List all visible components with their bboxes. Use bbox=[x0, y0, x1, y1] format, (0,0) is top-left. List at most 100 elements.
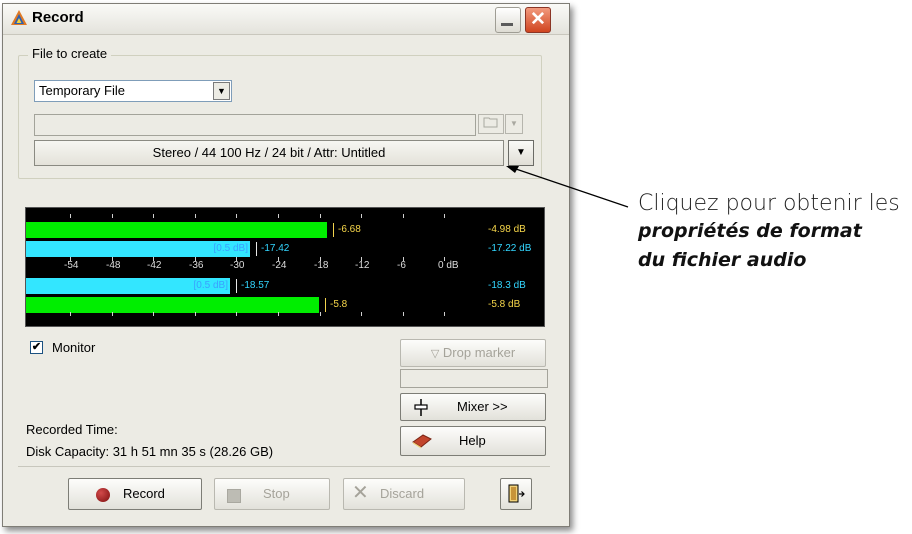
marker-name-field[interactable] bbox=[400, 369, 548, 388]
scale-tick bbox=[361, 312, 362, 316]
chevron-down-icon[interactable]: ▼ bbox=[213, 82, 230, 100]
scale-tick bbox=[195, 312, 196, 316]
scale-label: -36 bbox=[189, 260, 204, 271]
peak-marker bbox=[333, 223, 334, 237]
scale-tick bbox=[403, 312, 404, 316]
scale-tick bbox=[320, 214, 321, 218]
window-title: Record bbox=[32, 9, 84, 26]
level-readout: -5.8 dB bbox=[488, 299, 521, 310]
peak-marker bbox=[325, 298, 326, 312]
scale-tick bbox=[153, 257, 154, 261]
drop-marker-label: Drop marker bbox=[442, 345, 516, 360]
drop-marker-button[interactable]: ▽ Drop marker bbox=[400, 339, 546, 367]
scale-tick bbox=[70, 257, 71, 261]
headroom-bracket: [0.5 dB] bbox=[193, 280, 228, 291]
level-readout: -4.98 dB bbox=[488, 224, 526, 235]
peak-marker bbox=[236, 279, 237, 293]
discard-label: Discard bbox=[380, 486, 425, 501]
close-button[interactable]: ✕ bbox=[525, 7, 551, 33]
discard-button[interactable]: ✕ Discard bbox=[343, 478, 465, 510]
scale-label: -30 bbox=[230, 260, 245, 271]
chevron-down-icon: ▼ bbox=[516, 147, 526, 158]
close-icon: ✕ bbox=[530, 9, 546, 30]
scale-label: 0 dB bbox=[438, 260, 459, 271]
scale-tick bbox=[444, 257, 445, 261]
help-book-icon bbox=[412, 434, 432, 449]
file-type-value: Temporary File bbox=[39, 83, 125, 98]
exit-button[interactable] bbox=[500, 478, 532, 510]
scale-label: -24 bbox=[272, 260, 287, 271]
discard-x-icon: ✕ bbox=[352, 482, 369, 504]
record-label: Record bbox=[123, 486, 165, 501]
annotation-line-1: Cliquez pour obtenir les bbox=[638, 191, 900, 216]
meter-bar-1 bbox=[26, 222, 327, 238]
file-path-field[interactable] bbox=[34, 114, 476, 136]
minimize-button[interactable] bbox=[495, 7, 521, 33]
help-label: Help bbox=[459, 433, 486, 448]
level-meter: -6.68 -4.98 dB [0.5 dB] -17.42 -17.22 dB [0.5… bbox=[25, 207, 545, 327]
scale-label: -12 bbox=[355, 260, 370, 271]
mixer-button[interactable]: Mixer >> bbox=[400, 393, 546, 421]
mixer-label: Mixer >> bbox=[457, 399, 508, 414]
minimize-icon bbox=[501, 23, 513, 26]
scale-tick bbox=[70, 214, 71, 218]
scale-tick bbox=[153, 312, 154, 316]
annotation-line-3: du fichier audio bbox=[638, 249, 807, 271]
scale-tick bbox=[112, 257, 113, 261]
scale-tick bbox=[70, 312, 71, 316]
scale-tick bbox=[112, 312, 113, 316]
level-readout: -18.3 dB bbox=[488, 280, 526, 291]
scale-label: -6 bbox=[397, 260, 406, 271]
scale-tick bbox=[278, 214, 279, 218]
scale-tick bbox=[278, 257, 279, 261]
level-readout: -17.22 dB bbox=[488, 243, 532, 254]
path-dropdown-button[interactable]: ▼ bbox=[505, 114, 523, 134]
title-bar[interactable]: Record ✕ bbox=[3, 4, 569, 35]
peak-label: -17.42 bbox=[261, 243, 290, 254]
scale-tick bbox=[444, 214, 445, 218]
browse-button[interactable] bbox=[478, 114, 504, 134]
folder-icon bbox=[483, 117, 498, 128]
mixer-fader-icon bbox=[414, 399, 428, 416]
scale-tick bbox=[320, 312, 321, 316]
stop-label: Stop bbox=[263, 486, 290, 501]
scale-label: -42 bbox=[147, 260, 162, 271]
scale-tick bbox=[195, 257, 196, 261]
scale-tick bbox=[403, 214, 404, 218]
peak-marker bbox=[256, 242, 257, 256]
marker-icon: ▽ bbox=[430, 348, 440, 360]
chevron-down-icon: ▼ bbox=[510, 119, 518, 128]
disk-capacity: Disk Capacity: 31 h 51 mn 35 s (28.26 GB… bbox=[26, 444, 274, 459]
audio-format-dropdown[interactable]: ▼ bbox=[508, 140, 534, 166]
stop-square-icon bbox=[227, 489, 241, 503]
scale-tick bbox=[236, 312, 237, 316]
scale-tick bbox=[320, 257, 321, 261]
meter-bar-4 bbox=[26, 297, 319, 313]
file-type-select[interactable]: Temporary File ▼ bbox=[34, 80, 232, 102]
peak-label: -6.68 bbox=[338, 224, 361, 235]
monitor-label: Monitor bbox=[52, 340, 96, 355]
stop-button[interactable]: Stop bbox=[214, 478, 330, 510]
scale-tick bbox=[278, 312, 279, 316]
help-button[interactable]: Help bbox=[400, 426, 546, 456]
headroom-bracket: [0.5 dB] bbox=[213, 243, 248, 254]
peak-label: -5.8 bbox=[330, 299, 348, 310]
audio-format-button[interactable]: Stereo / 44 100 Hz / 24 bit / Attr: Unti… bbox=[34, 140, 504, 166]
divider bbox=[18, 466, 550, 467]
recorded-time: Recorded Time: bbox=[26, 422, 118, 437]
peak-label: -18.57 bbox=[241, 280, 270, 291]
scale-tick bbox=[112, 214, 113, 218]
scale-tick bbox=[195, 214, 196, 218]
record-button[interactable]: Record bbox=[68, 478, 202, 510]
scale-tick bbox=[236, 214, 237, 218]
scale-tick bbox=[361, 257, 362, 261]
exit-door-icon bbox=[508, 484, 525, 503]
record-dot-icon bbox=[96, 488, 110, 502]
monitor-checkbox[interactable]: ✔ bbox=[30, 341, 43, 354]
scale-tick bbox=[236, 257, 237, 261]
app-triangle-icon bbox=[11, 10, 27, 25]
scale-tick bbox=[153, 214, 154, 218]
group-legend: File to create bbox=[28, 46, 112, 61]
scale-label: -54 bbox=[64, 260, 79, 271]
scale-tick bbox=[444, 312, 445, 316]
